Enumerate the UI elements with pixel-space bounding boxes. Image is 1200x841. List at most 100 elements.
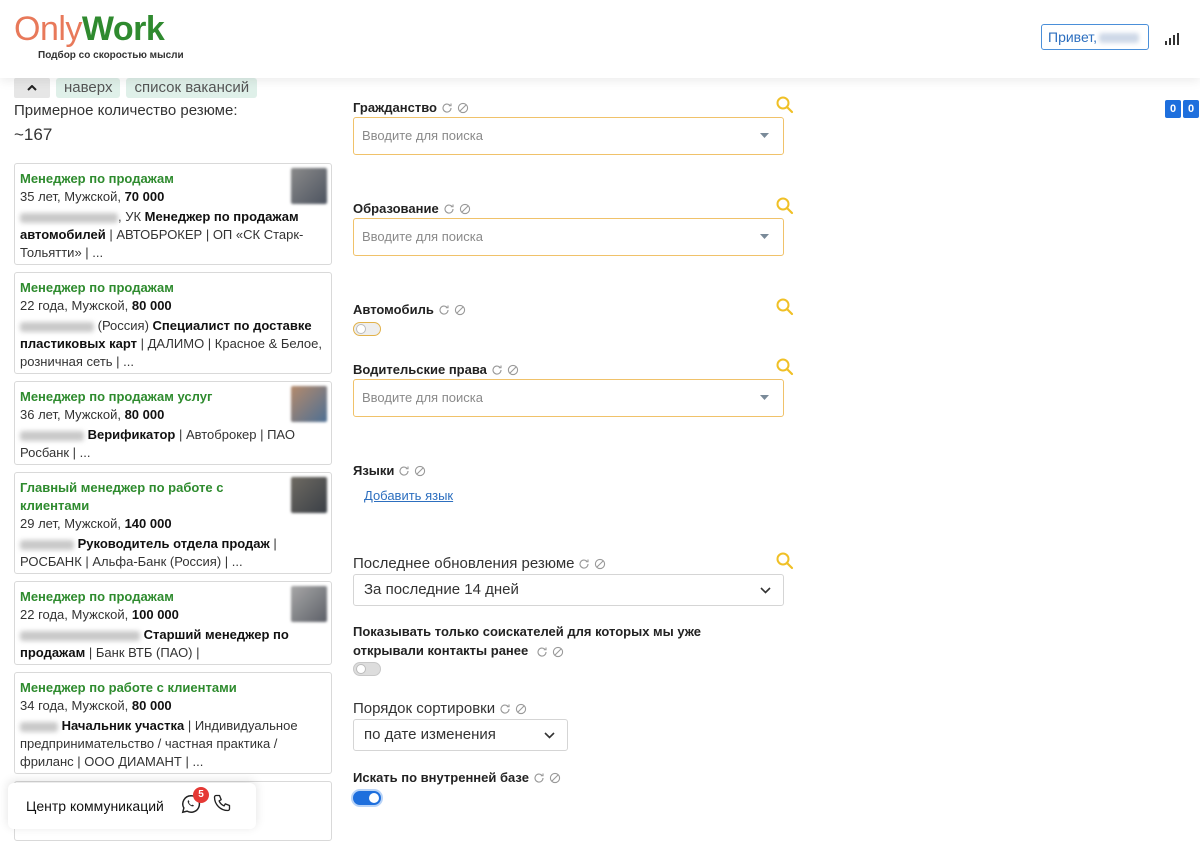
citizenship-search[interactable] (353, 117, 784, 155)
filter-label-text: Водительские права (353, 362, 487, 377)
disable-icon[interactable] (549, 772, 561, 784)
education-search[interactable] (353, 218, 784, 256)
chevron-down-icon (544, 732, 555, 739)
phone-icon[interactable] (212, 793, 232, 813)
dropdown-caret-icon[interactable] (760, 395, 769, 400)
filter-car-label: Автомобиль (353, 302, 466, 317)
resume-salary: 80 000 (131, 698, 172, 713)
chevron-up-icon (27, 85, 37, 91)
resume-meta-text: 22 года, Мужской, (20, 607, 132, 622)
nav-vacancies-link[interactable]: список вакансий (126, 78, 258, 98)
reset-icon[interactable] (441, 102, 453, 114)
redacted-name (20, 721, 58, 732)
scroll-up-button[interactable] (14, 78, 50, 98)
resume-card[interactable]: Менеджер по продажам 35 лет, Мужской, 70… (14, 163, 332, 265)
selection-counter[interactable]: 0 0 (1165, 100, 1199, 118)
toggle-knob (356, 324, 366, 334)
reset-icon[interactable] (536, 646, 548, 658)
updated-select-value: За последние 14 дней (364, 581, 519, 598)
reset-icon[interactable] (499, 703, 511, 715)
tagline: Подбор со скоростью мысли (38, 50, 184, 61)
dropdown-caret-icon[interactable] (760, 133, 769, 138)
sort-select[interactable]: по дате изменения (353, 719, 568, 751)
resume-desc: (Россия) Специалист по доставке пластико… (20, 317, 326, 371)
resume-card[interactable]: Менеджер по работе с клиентами 34 года, … (14, 672, 332, 774)
reset-icon[interactable] (533, 772, 545, 784)
internal-base-toggle[interactable] (353, 791, 381, 805)
disable-icon[interactable] (459, 203, 471, 215)
resume-desc-post: | Банк ВТБ (ПАО) | (85, 645, 200, 660)
resume-meta-text: 34 года, Мужской, (20, 698, 132, 713)
search-icon[interactable] (775, 196, 795, 216)
resume-title[interactable]: Главный менеджер по работе с клиентами (20, 479, 326, 515)
resume-title[interactable]: Менеджер по продажам (20, 170, 326, 188)
resume-meta: 34 года, Мужской, 80 000 (20, 697, 326, 715)
license-search-input[interactable] (362, 380, 742, 415)
resume-title[interactable]: Менеджер по работе с клиентами (20, 679, 326, 697)
search-icon[interactable] (775, 297, 795, 317)
nav-top-link[interactable]: наверх (56, 78, 121, 98)
license-search[interactable] (353, 379, 784, 417)
resume-count-label: Примерное количество резюме: (14, 102, 238, 119)
avatar (291, 477, 327, 513)
car-toggle[interactable] (353, 322, 381, 336)
resume-title[interactable]: Менеджер по продажам (20, 279, 326, 297)
disable-icon[interactable] (552, 646, 564, 658)
resume-count: ~167 (14, 125, 53, 144)
resume-card[interactable]: Главный менеджер по работе с клиентами 2… (14, 472, 332, 574)
filter-opened-label: Показывать только соискателей для которы… (353, 622, 733, 660)
resume-title[interactable]: Менеджер по продажам услуг (20, 388, 326, 406)
filter-label-text: Автомобиль (353, 302, 434, 317)
filter-internal-label: Искать по внутренней базе (353, 770, 561, 785)
resume-card[interactable]: Менеджер по продажам 22 года, Мужской, 1… (14, 581, 332, 665)
reset-icon[interactable] (398, 465, 410, 477)
filter-label-text: Последнее обновления резюме (353, 555, 575, 572)
greeting-text: Привет, (1048, 29, 1098, 45)
updated-select[interactable]: За последние 14 дней (353, 574, 784, 606)
disable-icon[interactable] (454, 304, 466, 316)
communication-center[interactable]: Центр коммуникаций 5 (8, 783, 256, 829)
resume-card[interactable]: Менеджер по продажам 22 года, Мужской, 8… (14, 272, 332, 374)
filter-label-text: Гражданство (353, 100, 437, 115)
resume-salary: 80 000 (131, 298, 172, 313)
search-icon[interactable] (775, 357, 795, 377)
add-language-link[interactable]: Добавить язык (364, 488, 453, 503)
reset-icon[interactable] (578, 558, 590, 570)
search-icon[interactable] (775, 551, 795, 571)
resume-desc: Начальник участка | Индивидуальное предп… (20, 717, 326, 771)
reset-icon[interactable] (443, 203, 455, 215)
signal-icon[interactable] (1165, 33, 1179, 45)
filter-license-label: Водительские права (353, 362, 519, 377)
search-icon[interactable] (775, 95, 795, 115)
filter-citizenship-label: Гражданство (353, 100, 469, 115)
reset-icon[interactable] (438, 304, 450, 316)
resume-title[interactable]: Менеджер по продажам (20, 588, 326, 606)
resume-card[interactable]: Менеджер по продажам услуг 36 лет, Мужск… (14, 381, 332, 465)
resume-salary: 80 000 (124, 407, 165, 422)
resume-meta: 35 лет, Мужской, 70 000 (20, 188, 326, 206)
disable-icon[interactable] (594, 558, 606, 570)
resume-salary: 70 000 (124, 189, 165, 204)
reset-icon[interactable] (491, 364, 503, 376)
redacted-name (20, 212, 118, 223)
filter-label-text: Показывать только соискателей для которы… (353, 624, 702, 658)
resume-desc-pre: (Россия) (94, 318, 153, 333)
redacted-name (20, 321, 94, 332)
disable-icon[interactable] (414, 465, 426, 477)
avatar (291, 586, 327, 622)
dropdown-caret-icon[interactable] (760, 234, 769, 239)
resume-desc: , УК Менеджер по продажам автомобилей | … (20, 208, 326, 262)
disable-icon[interactable] (507, 364, 519, 376)
citizenship-search-input[interactable] (362, 118, 742, 153)
disable-icon[interactable] (457, 102, 469, 114)
user-menu-button[interactable]: Привет, (1041, 24, 1149, 50)
resume-desc-pre: , УК (118, 209, 145, 224)
resume-salary: 140 000 (124, 516, 172, 531)
resume-meta-text: 22 года, Мужской, (20, 298, 132, 313)
disable-icon[interactable] (515, 703, 527, 715)
opened-contacts-toggle[interactable] (353, 662, 381, 676)
resume-meta: 36 лет, Мужской, 80 000 (20, 406, 326, 424)
filter-label-text: Языки (353, 463, 395, 478)
logo[interactable]: OnlyWork (14, 12, 165, 46)
education-search-input[interactable] (362, 219, 742, 254)
